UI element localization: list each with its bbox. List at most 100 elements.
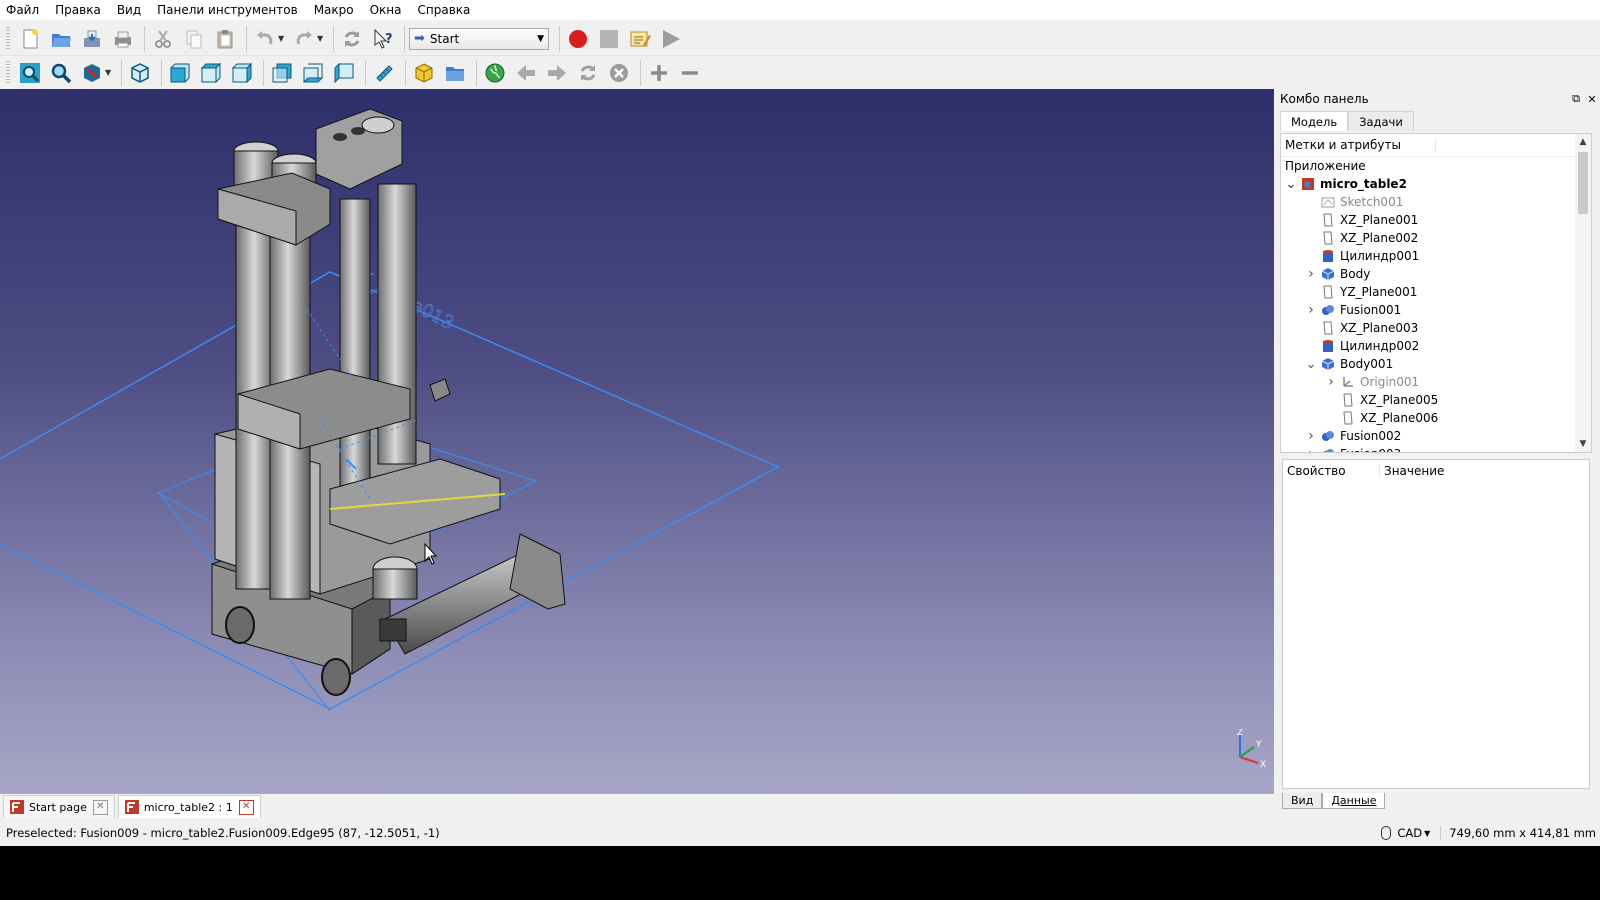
refresh-button[interactable]: [338, 25, 366, 53]
rear-view-button[interactable]: [268, 59, 296, 87]
tree-item[interactable]: XZ_Plane006: [1281, 409, 1591, 427]
tab-tasks[interactable]: Задачи: [1348, 111, 1414, 131]
toolbar-grip[interactable]: [6, 60, 10, 85]
tree-item[interactable]: YZ_Plane001: [1281, 283, 1591, 301]
reload-button[interactable]: [574, 59, 602, 87]
chevron-down-icon: ▼: [1424, 828, 1431, 838]
menu-file[interactable]: Файл: [0, 0, 47, 20]
menu-macro[interactable]: Макро: [306, 0, 362, 20]
run-macro-button[interactable]: [657, 25, 685, 53]
expander-chevron-right-icon[interactable]: ›: [1325, 374, 1337, 390]
expander-chevron-right-icon[interactable]: ›: [1305, 446, 1317, 452]
tab-start-page[interactable]: Start page ✕: [3, 795, 115, 818]
scroll-down-icon[interactable]: ▼: [1575, 436, 1591, 452]
tree-item-label: Fusion002: [1340, 429, 1402, 443]
tree-item-label: XZ_Plane005: [1360, 393, 1439, 407]
stop-macro-button[interactable]: [595, 25, 623, 53]
tree-item[interactable]: Цилиндр001: [1281, 247, 1591, 265]
tree-item-label: Body: [1340, 267, 1371, 281]
property-panel[interactable]: Свойство Значение: [1282, 459, 1590, 789]
tree-item[interactable]: Sketch001: [1281, 193, 1591, 211]
expander-chevron-right-icon[interactable]: ›: [1305, 302, 1317, 318]
close-icon[interactable]: ✕: [238, 799, 254, 815]
left-view-button[interactable]: [330, 59, 358, 87]
close-icon[interactable]: ✕: [92, 799, 108, 815]
expander-chevron-right-icon[interactable]: ›: [1305, 266, 1317, 282]
model-tree[interactable]: Метки и атрибуты Приложение ⌄ micro_table…: [1280, 133, 1592, 453]
tree-item[interactable]: ⌄ Body001: [1281, 355, 1591, 373]
forward-button[interactable]: [543, 59, 571, 87]
toolbar-grip[interactable]: [6, 26, 10, 51]
axis-label-z: Z: [1237, 729, 1243, 738]
tree-item[interactable]: › Body: [1281, 265, 1591, 283]
stop-button[interactable]: [605, 59, 633, 87]
expander-chevron-down-icon[interactable]: ⌄: [1305, 357, 1317, 372]
record-macro-button[interactable]: [564, 25, 592, 53]
redo-button[interactable]: [290, 25, 318, 53]
tree-item[interactable]: ⌄ micro_table2: [1281, 175, 1591, 193]
tab-data[interactable]: Данные: [1322, 793, 1386, 809]
web-button[interactable]: [481, 59, 509, 87]
bottom-view-button[interactable]: [299, 59, 327, 87]
tree-item[interactable]: › Fusion003: [1281, 445, 1591, 452]
scroll-thumb[interactable]: [1578, 152, 1588, 214]
tree-item-label: YZ_Plane001: [1340, 285, 1418, 299]
rear-view-icon: [272, 63, 292, 82]
plane-icon: [1323, 213, 1333, 227]
zoom-in-button[interactable]: [645, 59, 673, 87]
whats-this-button[interactable]: ?: [369, 25, 397, 53]
tree-rows: ⌄ micro_table2 Sketch001 XZ_Plane001 XZ_Plan…: [1281, 175, 1591, 452]
fit-all-button[interactable]: [16, 59, 44, 87]
tab-model[interactable]: Модель: [1280, 111, 1349, 131]
isometric-view-button[interactable]: [126, 59, 154, 87]
menu-view[interactable]: Вид: [109, 0, 149, 20]
fit-selection-button[interactable]: [47, 59, 75, 87]
draw-style-button[interactable]: [78, 59, 106, 87]
measure-button[interactable]: [370, 59, 398, 87]
part-button[interactable]: [410, 59, 438, 87]
tree-item[interactable]: Цилиндр002: [1281, 337, 1591, 355]
print-button[interactable]: [109, 25, 137, 53]
draw-style-dropdown-icon[interactable]: ▼: [105, 68, 113, 77]
menu-windows[interactable]: Окна: [362, 0, 410, 20]
scroll-up-icon[interactable]: ▲: [1575, 134, 1591, 150]
tree-item[interactable]: XZ_Plane001: [1281, 211, 1591, 229]
save-button[interactable]: [78, 25, 106, 53]
group-button[interactable]: [441, 59, 469, 87]
right-view-button[interactable]: [228, 59, 256, 87]
navigation-style-selector[interactable]: CAD ▼: [1381, 826, 1430, 840]
tree-item-label: Цилиндр001: [1340, 249, 1420, 263]
open-button[interactable]: [47, 25, 75, 53]
undo-button[interactable]: [251, 25, 279, 53]
front-view-button[interactable]: [166, 59, 194, 87]
menu-help[interactable]: Справка: [410, 0, 479, 20]
tree-item[interactable]: › Origin001: [1281, 373, 1591, 391]
zoom-out-button[interactable]: [676, 59, 704, 87]
left-view-icon: [334, 62, 354, 83]
menu-edit[interactable]: Правка: [47, 0, 109, 20]
expander-chevron-down-icon[interactable]: ⌄: [1285, 177, 1297, 192]
redo-dropdown-icon[interactable]: ▼: [317, 34, 325, 43]
paste-button[interactable]: [211, 25, 239, 53]
close-icon[interactable]: ✕: [1584, 93, 1600, 106]
new-document-button[interactable]: [16, 25, 44, 53]
tree-item[interactable]: XZ_Plane002: [1281, 229, 1591, 247]
copy-button[interactable]: [180, 25, 208, 53]
top-view-button[interactable]: [197, 59, 225, 87]
workbench-selector[interactable]: ➡ Start ▼: [409, 27, 549, 50]
tree-item[interactable]: › Fusion001: [1281, 301, 1591, 319]
menu-toolbars[interactable]: Панели инструментов: [149, 0, 306, 20]
tree-item[interactable]: XZ_Plane005: [1281, 391, 1591, 409]
back-button[interactable]: [512, 59, 540, 87]
expander-chevron-right-icon[interactable]: ›: [1305, 428, 1317, 444]
tree-item[interactable]: › Fusion002: [1281, 427, 1591, 445]
cut-button[interactable]: [149, 25, 177, 53]
tree-item[interactable]: XZ_Plane003: [1281, 319, 1591, 337]
tab-micro-table2[interactable]: micro_table2 : 1 ✕: [117, 795, 261, 818]
edit-macro-button[interactable]: [626, 25, 654, 53]
tab-view[interactable]: Вид: [1282, 793, 1323, 809]
float-icon[interactable]: ⧉: [1568, 92, 1584, 106]
3d-viewport[interactable]: XY_Plane013: [0, 89, 1274, 794]
undo-dropdown-icon[interactable]: ▼: [278, 34, 286, 43]
tree-scrollbar[interactable]: ▲ ▼: [1575, 134, 1591, 452]
